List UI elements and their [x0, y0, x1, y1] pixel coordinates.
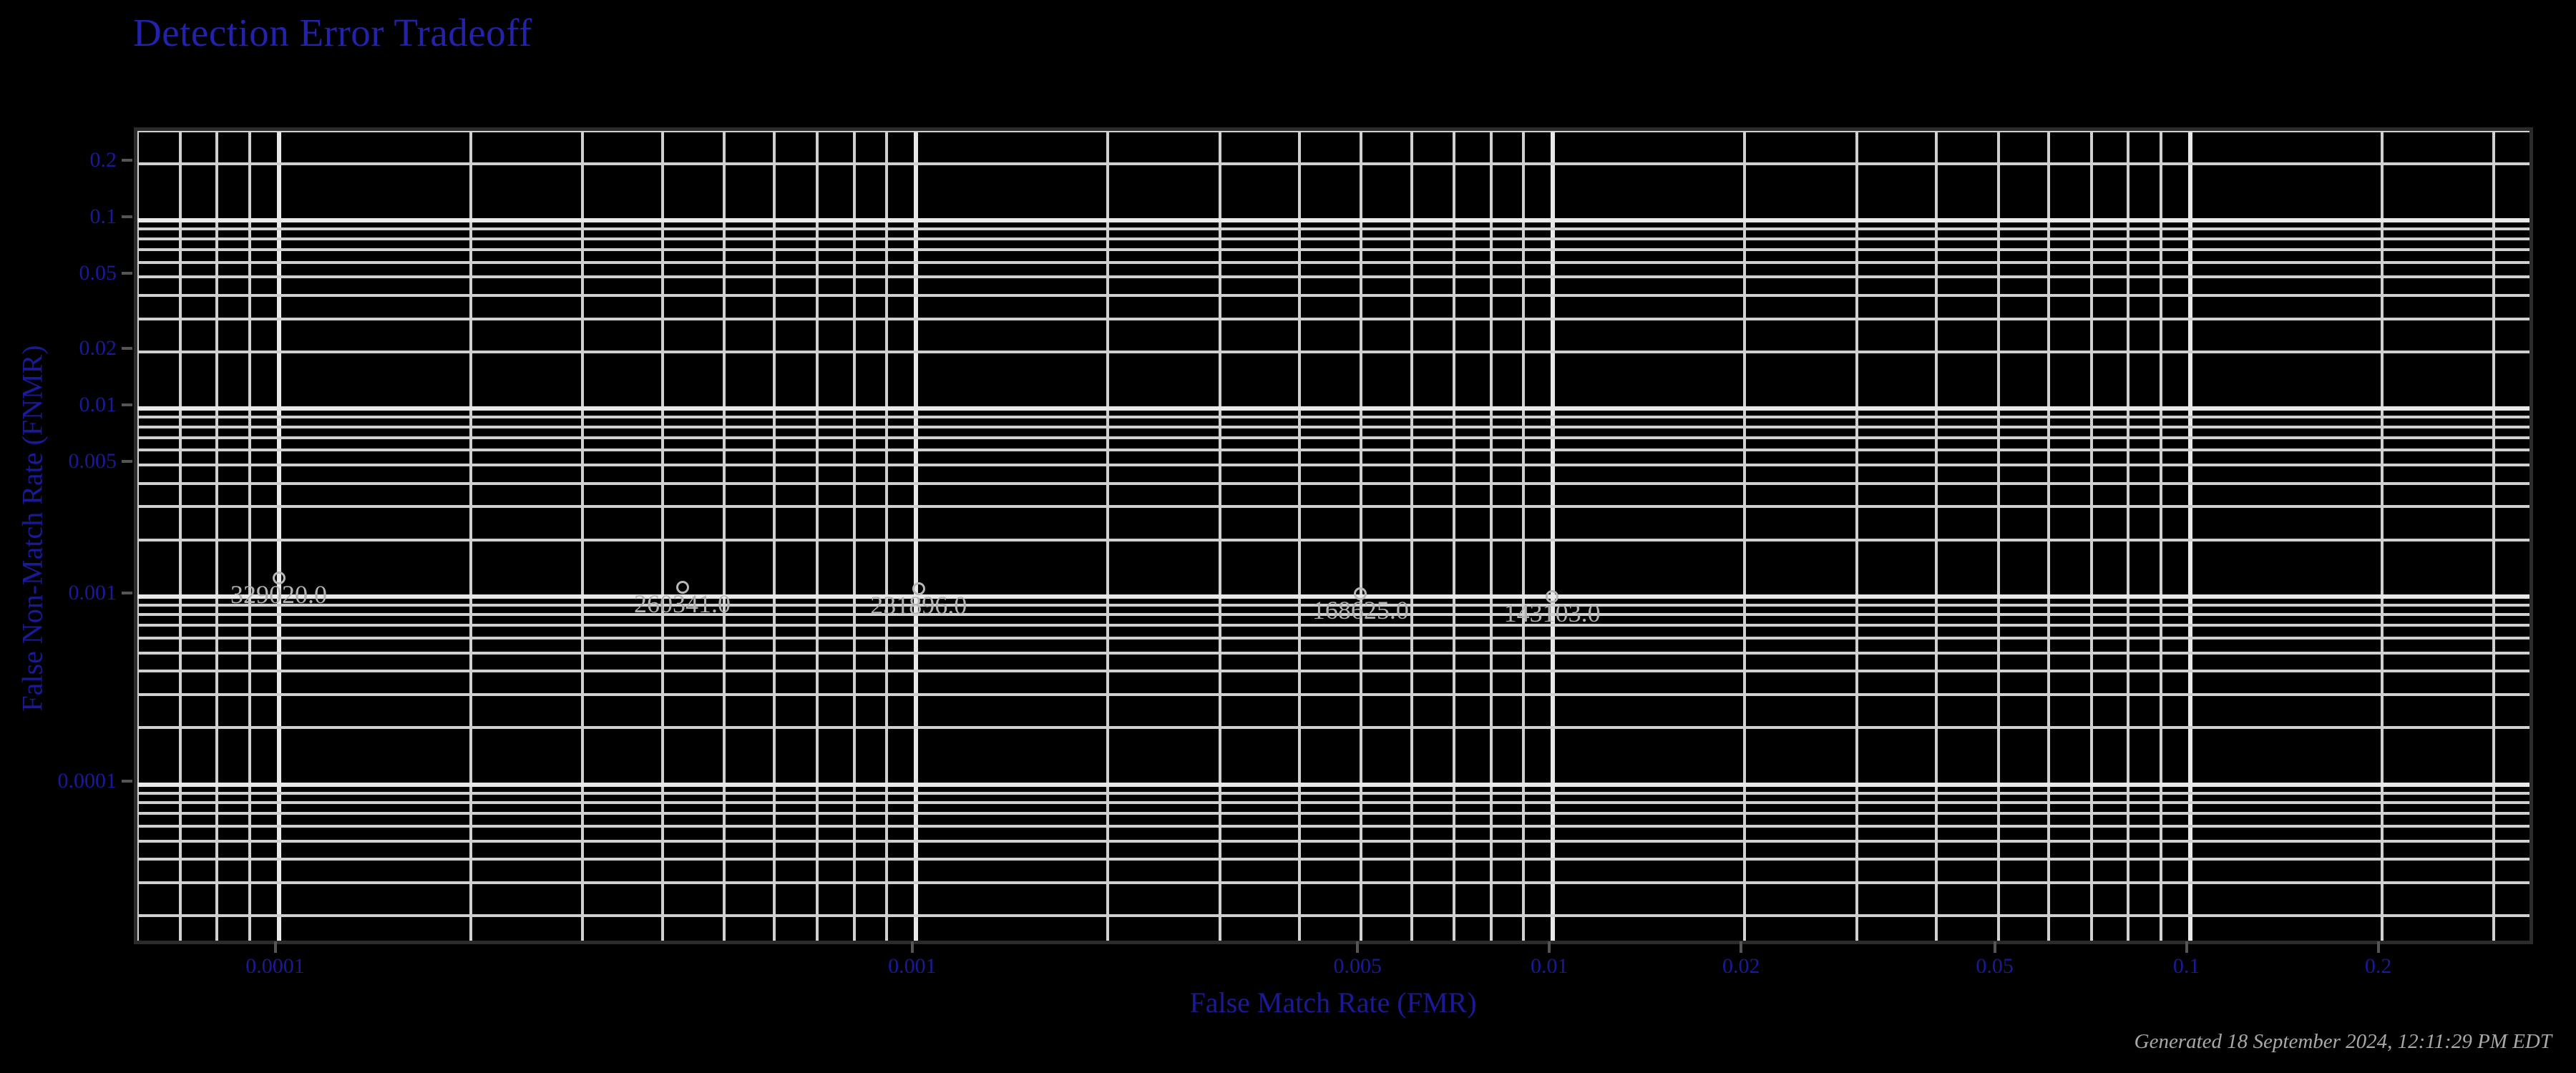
y-tick-mark: [122, 460, 132, 464]
data-point-label: 329020.0: [230, 580, 328, 609]
x-axis-ticks: 0.0001 0.001 0.005 0.01 0.02 0.05 0.1 0.2: [134, 941, 2533, 990]
y-tick-label: 0.2: [89, 148, 117, 172]
y-tick-label: 0.005: [68, 449, 117, 474]
x-tick-label: 0.01: [1530, 954, 1568, 978]
x-tick-mark: [1548, 941, 1551, 953]
det-chart-root: Detection Error Tradeoff 329020.0 260341.…: [0, 0, 2576, 1073]
x-tick-label: 0.1: [2172, 954, 2200, 978]
y-tick-mark: [122, 346, 132, 350]
x-tick-label: 0.001: [888, 954, 937, 978]
y-tick-mark: [122, 591, 132, 594]
x-tick-mark: [910, 941, 914, 953]
page-title: Detection Error Tradeoff: [133, 11, 532, 54]
x-tick-label: 0.005: [1333, 954, 1382, 978]
x-tick-label: 0.2: [2364, 954, 2392, 978]
x-tick-mark: [1993, 941, 1996, 953]
x-tick-mark: [273, 941, 277, 953]
data-point-label: 260341.0: [634, 589, 731, 618]
y-tick-label: 0.1: [89, 205, 117, 229]
data-point-label: 231896.0: [870, 590, 967, 619]
x-tick-mark: [1356, 941, 1360, 953]
x-tick-label: 0.0001: [245, 954, 305, 978]
plot-area: 329020.0 260341.0 231896.0 168625.0 143103.0: [134, 127, 2533, 944]
x-tick-mark: [2185, 941, 2188, 953]
y-tick-label: 0.02: [79, 335, 117, 360]
y-tick-label: 0.0001: [57, 768, 117, 793]
data-series-layer: 329020.0 260341.0 231896.0 168625.0 143103.0: [137, 131, 2529, 941]
y-tick-mark: [122, 779, 132, 783]
data-point-label: 143103.0: [1503, 598, 1601, 627]
x-tick-mark: [1740, 941, 1743, 953]
y-tick-mark: [122, 159, 132, 162]
generated-timestamp: Generated 18 September 2024, 12:11:29 PM…: [2134, 1030, 2552, 1053]
y-tick-label: 0.001: [68, 580, 117, 604]
y-tick-mark: [122, 403, 132, 407]
y-tick-label: 0.05: [79, 261, 117, 285]
y-tick-mark: [122, 272, 132, 275]
data-point-label: 168625.0: [1312, 596, 1409, 625]
x-tick-mark: [2376, 941, 2380, 953]
y-axis-title: False Non-Match Rate (FNMR): [16, 345, 49, 712]
x-tick-label: 0.02: [1722, 954, 1760, 978]
x-axis-title: False Match Rate (FMR): [1189, 986, 1477, 1019]
y-tick-label: 0.01: [79, 393, 117, 417]
x-tick-label: 0.05: [1976, 954, 2014, 978]
y-tick-mark: [122, 215, 132, 219]
